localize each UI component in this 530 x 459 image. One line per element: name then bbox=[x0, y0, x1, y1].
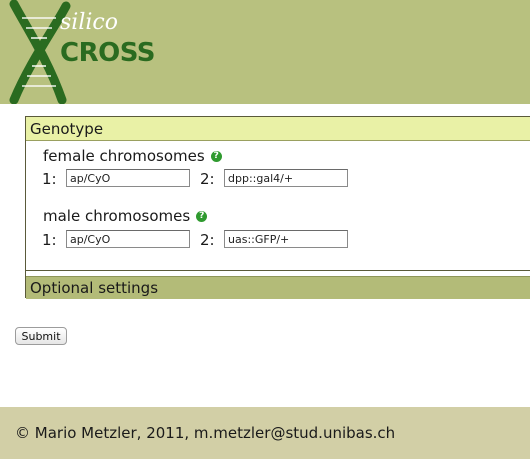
male-chromosome-1-label: 1: bbox=[42, 231, 57, 249]
female-chromosome-2-input[interactable] bbox=[224, 169, 348, 187]
optional-settings-section-header[interactable]: Optional settings bbox=[26, 276, 530, 299]
silicocross-logo: silico CROSS bbox=[0, 0, 170, 104]
male-chromosomes-heading: male chromosomes? bbox=[43, 207, 208, 225]
female-chromosome-1-input[interactable] bbox=[66, 169, 190, 187]
female-chromosomes-heading: female chromosomes? bbox=[43, 147, 222, 165]
logo-text-cross: CROSS bbox=[60, 38, 156, 68]
female-chromosomes-label: female chromosomes bbox=[43, 147, 205, 165]
male-help-icon[interactable]: ? bbox=[196, 211, 208, 222]
submit-button[interactable]: Submit bbox=[15, 327, 67, 345]
footer-copyright: © Mario Metzler, 2011, m.metzler@stud.un… bbox=[15, 424, 396, 442]
male-chromosome-2-input[interactable] bbox=[224, 230, 348, 248]
female-chromosome-2-label: 2: bbox=[200, 170, 215, 188]
female-help-icon[interactable]: ? bbox=[210, 151, 222, 162]
male-chromosomes-label: male chromosomes bbox=[43, 207, 191, 225]
male-chromosome-2-label: 2: bbox=[200, 231, 215, 249]
cross-form-panel: Genotype female chromosomes? 1: 2: male … bbox=[25, 116, 530, 299]
female-chromosome-1-label: 1: bbox=[42, 170, 57, 188]
male-chromosome-1-input[interactable] bbox=[66, 230, 190, 248]
genotype-section-header[interactable]: Genotype bbox=[26, 117, 530, 141]
page-header: silico CROSS bbox=[0, 0, 530, 104]
logo-text-silico: silico bbox=[60, 10, 118, 35]
page-footer: © Mario Metzler, 2011, m.metzler@stud.un… bbox=[0, 407, 530, 459]
genotype-section-divider bbox=[25, 270, 530, 271]
